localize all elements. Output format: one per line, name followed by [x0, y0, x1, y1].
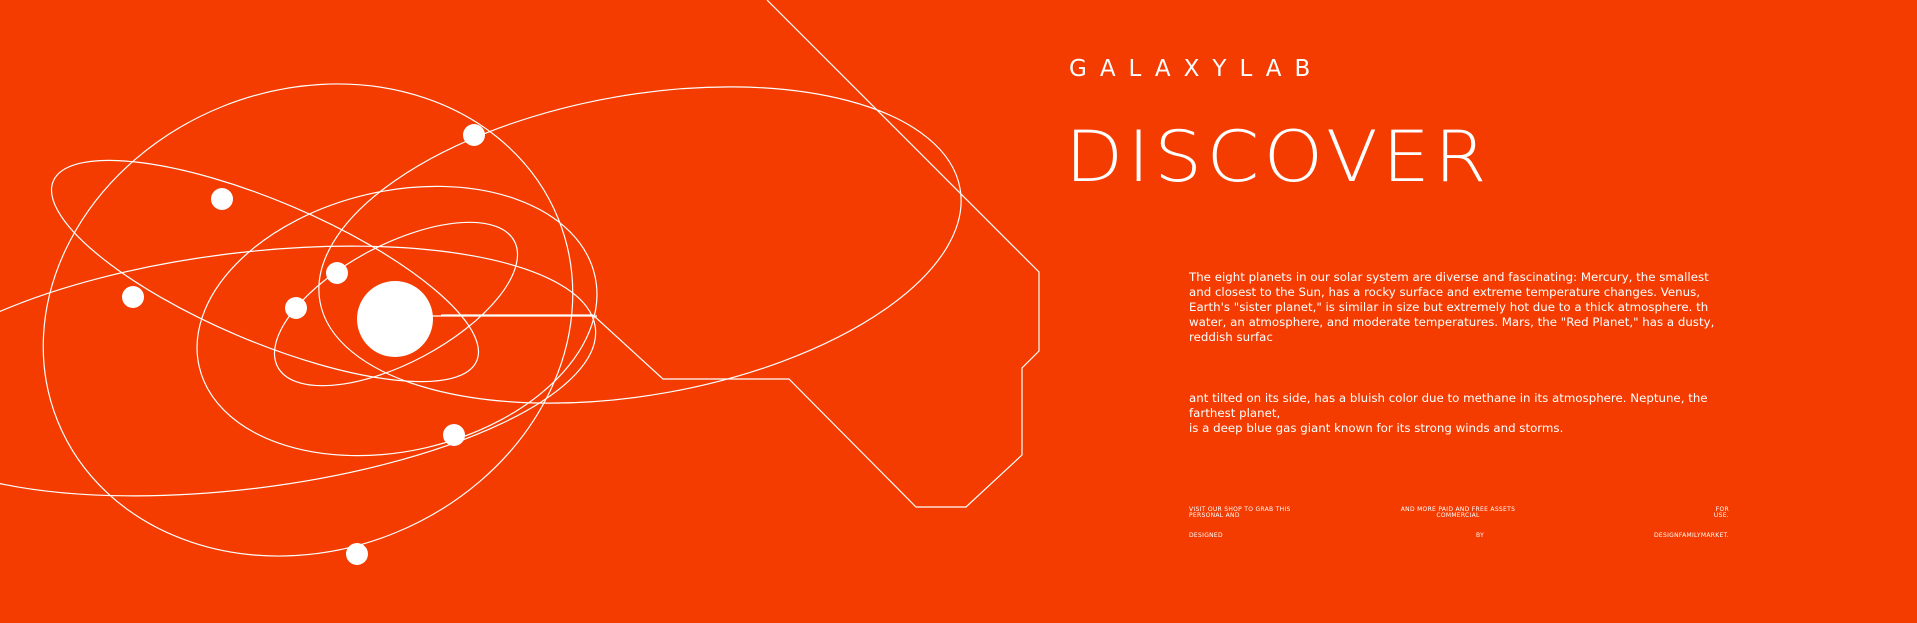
- orbit-wide-left: [0, 245, 597, 497]
- planet-dot-icon: [346, 543, 368, 565]
- orbit-slanted: [50, 159, 480, 383]
- planet-dot-icon: [122, 286, 144, 308]
- footer-note-right: FOR USE.: [1713, 506, 1729, 519]
- planet-dot-icon: [211, 188, 233, 210]
- poster-canvas: GALAXYLAB DISCOVER The eight planets in …: [0, 0, 1917, 623]
- orbit-large-tilted: [42, 83, 574, 557]
- planet-dot-icon: [443, 424, 465, 446]
- planet-dot-icon: [463, 124, 485, 146]
- footer-note-left: VISIT OUR SHOP TO GRAB THIS PERSONAL AND: [1189, 506, 1291, 519]
- sun-icon: [357, 281, 433, 357]
- decorative-frame-line: [441, 0, 1040, 508]
- orbit-outer-right: [318, 86, 962, 404]
- page-title: DISCOVER: [1065, 116, 1492, 198]
- brand-name: GALAXYLAB: [1069, 56, 1324, 82]
- planet-dot-icon: [326, 262, 348, 284]
- planet-dot-icon: [285, 297, 307, 319]
- footer-note-middle: AND MORE PAID AND FREE ASSETS COMMERCIAL: [1400, 506, 1516, 519]
- credit-by: BY: [1476, 532, 1485, 539]
- credit-designer-link[interactable]: DESIGNFAMILYMARKET.: [1640, 533, 1729, 539]
- credit-designed: DESIGNED: [1189, 532, 1223, 539]
- body-paragraph-1: The eight planets in our solar system ar…: [1189, 270, 1715, 344]
- body-paragraph-2: ant tilted on its side, has a bluish col…: [1189, 391, 1708, 435]
